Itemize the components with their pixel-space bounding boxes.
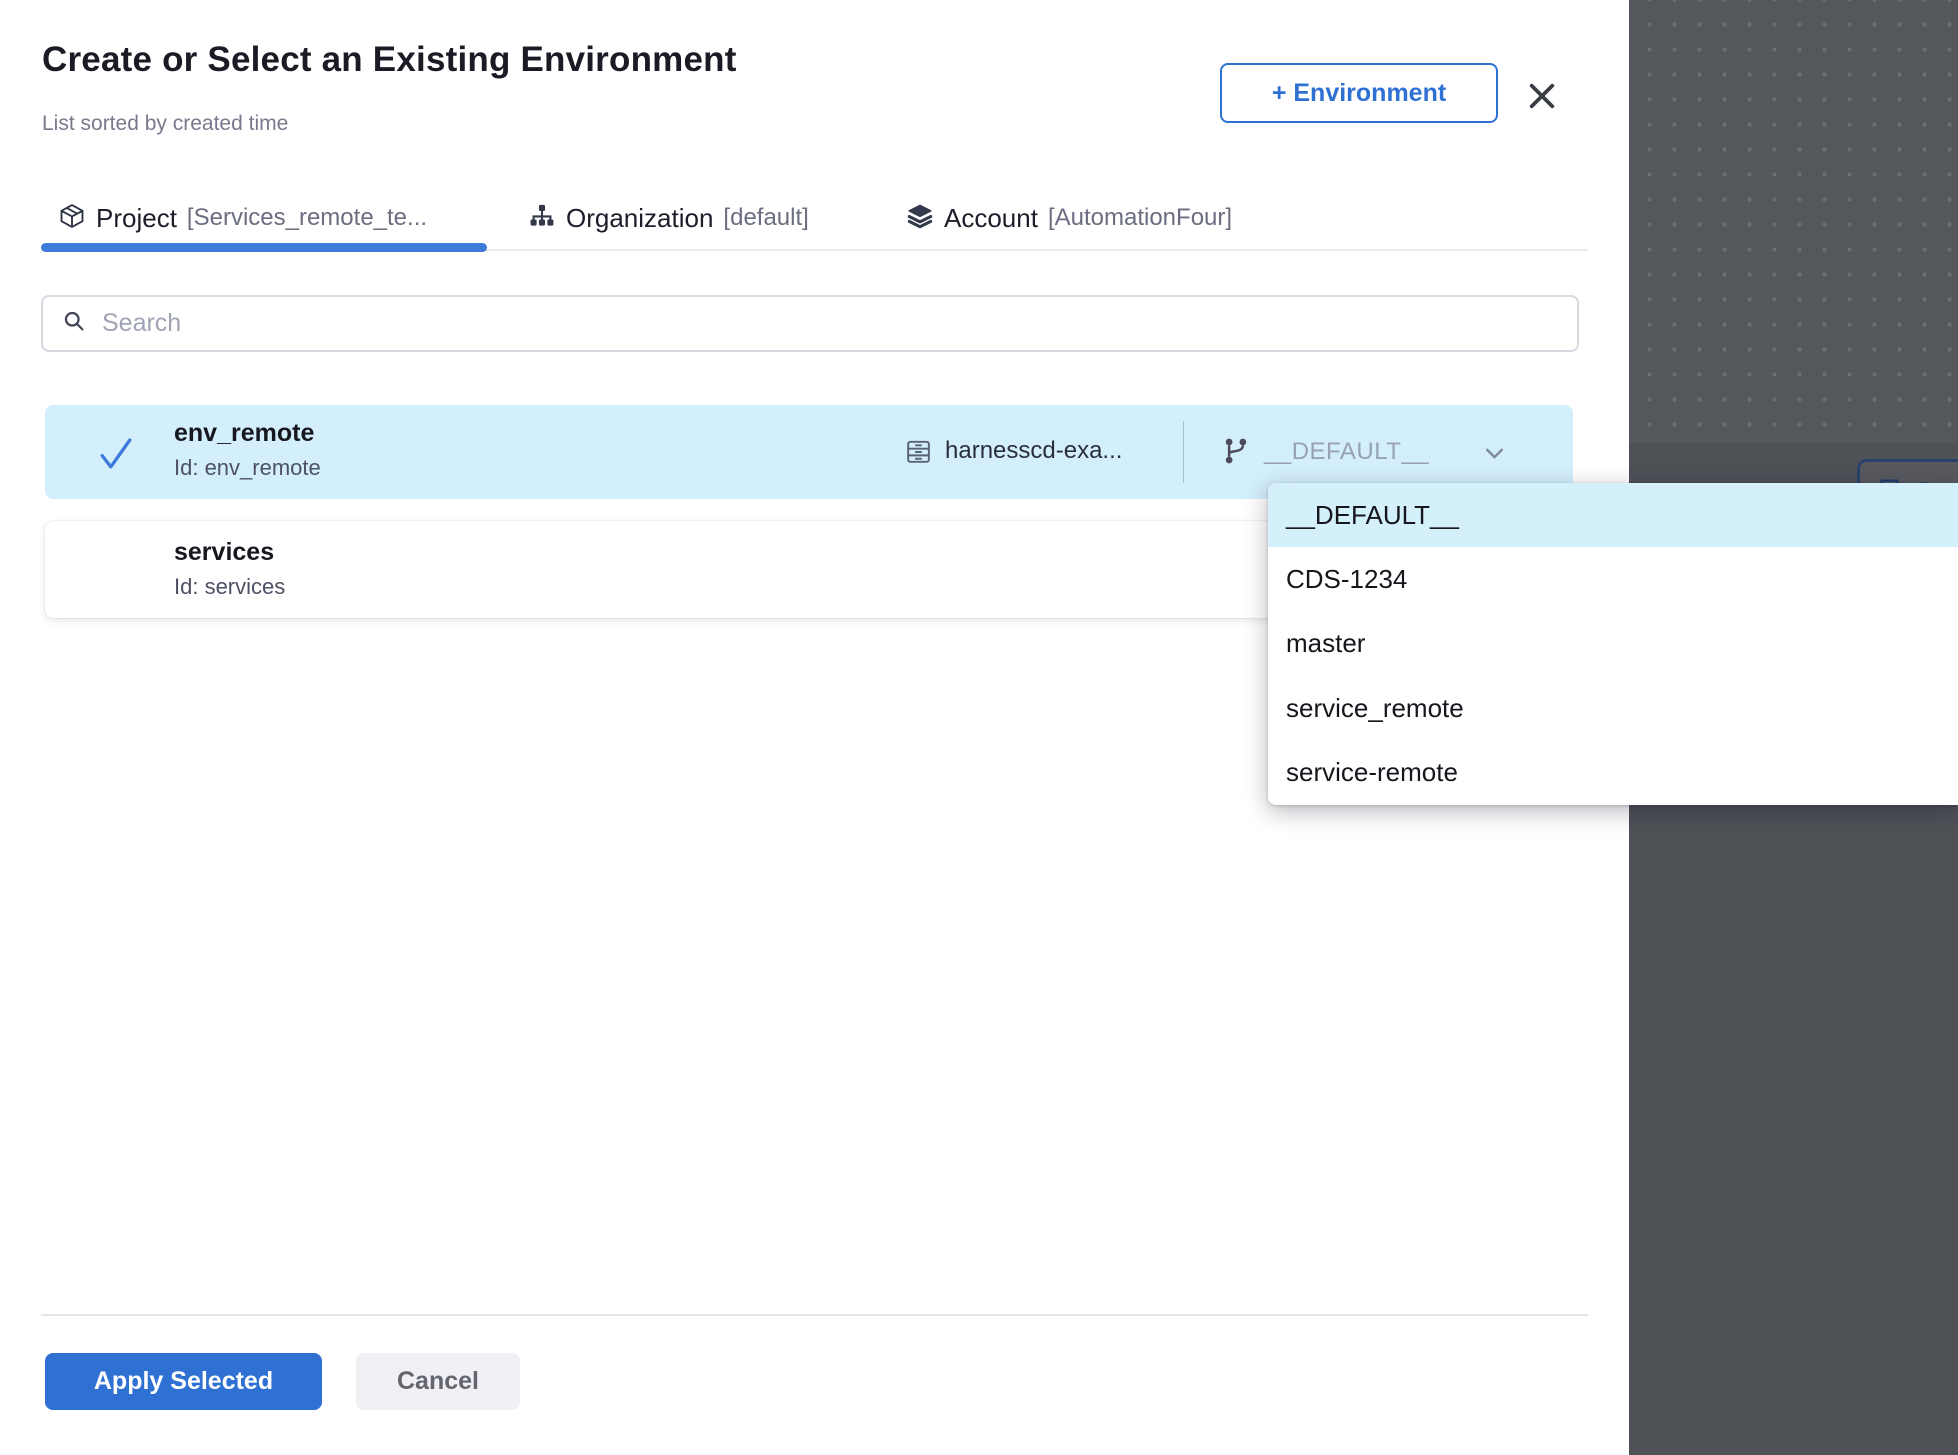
tab-account-label: Account (944, 203, 1038, 234)
tab-organization[interactable]: Organization [default] (528, 196, 809, 240)
tab-account[interactable]: Account [AutomationFour] (906, 196, 1232, 240)
branch-dropdown-menu: __DEFAULT__ CDS-1234 master service_remo… (1268, 483, 1958, 805)
repository-name: harnesscd-exa... (945, 437, 1122, 465)
check-icon (95, 434, 137, 477)
cube-icon (58, 202, 86, 235)
tab-project-label: Project (96, 203, 177, 234)
environment-id: Id: services (174, 574, 285, 600)
row-divider (1183, 421, 1184, 483)
search-input[interactable] (102, 297, 1577, 350)
pipeline-canvas-backdrop (1629, 0, 1958, 443)
apply-selected-button[interactable]: Apply Selected (45, 1353, 322, 1410)
git-branch-icon (1221, 436, 1251, 471)
tab-organization-scope: [default] (723, 204, 808, 232)
sort-hint-text: List sorted by created time (42, 112, 288, 136)
environment-name: env_remote (174, 419, 321, 448)
page-title: Create or Select an Existing Environment (42, 40, 737, 80)
branch-option-master[interactable]: master (1268, 612, 1958, 676)
screen: Sav Create or Select an Existing Environ… (0, 0, 1958, 1455)
environment-name: services (174, 538, 285, 567)
environment-info: env_remote Id: env_remote (174, 419, 321, 481)
chevron-down-icon[interactable] (1482, 441, 1507, 471)
active-tab-indicator (41, 243, 487, 252)
footer-divider (41, 1314, 1588, 1316)
close-icon[interactable] (1520, 74, 1564, 118)
environment-id: Id: env_remote (174, 455, 321, 481)
tab-project[interactable]: Project [Services_remote_te... (58, 196, 427, 240)
repository-icon (903, 436, 934, 472)
search-icon (61, 308, 88, 340)
branch-option-default[interactable]: __DEFAULT__ (1268, 483, 1958, 547)
cancel-button[interactable]: Cancel (356, 1353, 520, 1410)
branch-select-value[interactable]: __DEFAULT__ (1264, 438, 1429, 466)
branch-option-service-dash-remote[interactable]: service-remote (1268, 741, 1958, 805)
branch-option-cds-1234[interactable]: CDS-1234 (1268, 547, 1958, 611)
search-container (41, 295, 1579, 352)
branch-option-service-underscore-remote[interactable]: service_remote (1268, 676, 1958, 740)
new-environment-button[interactable]: + Environment (1220, 63, 1498, 123)
tab-project-scope: [Services_remote_te... (187, 204, 427, 232)
tab-account-scope: [AutomationFour] (1048, 204, 1232, 232)
org-chart-icon (528, 202, 556, 235)
environment-info: services Id: services (174, 538, 285, 600)
layers-icon (906, 202, 934, 235)
tab-organization-label: Organization (566, 203, 713, 234)
